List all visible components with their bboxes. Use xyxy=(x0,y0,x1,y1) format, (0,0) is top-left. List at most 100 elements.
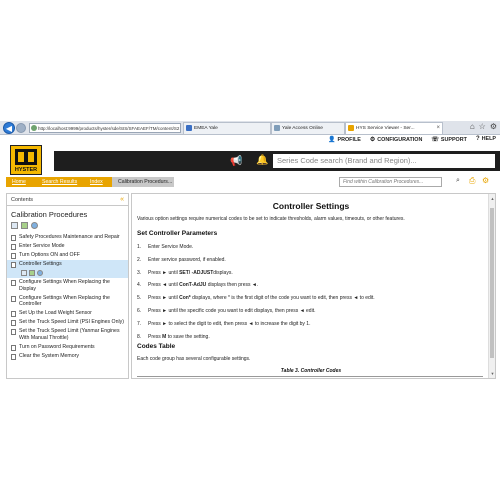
page-icon xyxy=(11,244,16,250)
help-link[interactable]: ? HELP xyxy=(476,136,496,143)
logo-text: HYSTER xyxy=(14,167,38,173)
binoculars-icon[interactable]: ⌕ xyxy=(456,177,460,185)
step-text: Press ► to select the digit to edit, the… xyxy=(148,321,310,327)
sidebar-item[interactable]: Set the Truck Speed Limit (Yanmar Engine… xyxy=(7,327,128,343)
hyster-logo[interactable]: HYSTER xyxy=(10,145,42,175)
page-icon xyxy=(11,320,16,326)
sidebar-item[interactable]: Clear the System Memory xyxy=(7,352,128,361)
sidebar-item-label: Turn on Password Requirements xyxy=(19,343,95,350)
step-number: 5. xyxy=(137,295,142,302)
collapse-icon[interactable]: « xyxy=(120,194,124,206)
step-bold: ConT-AdJU xyxy=(179,282,207,289)
page-title: Controller Settings xyxy=(272,201,350,211)
support-label: SUPPORT xyxy=(440,137,467,143)
profile-link[interactable]: 👤 PROFILE xyxy=(328,136,361,143)
browser-tab-2[interactable]: Yale Access Online xyxy=(271,122,345,134)
page-icon xyxy=(11,235,16,241)
step-item: 4. Press ◄ until ConT-AdJU displays then … xyxy=(137,282,487,295)
step-number: 8. xyxy=(137,333,142,340)
expand-icon[interactable] xyxy=(21,270,27,276)
back-button[interactable]: ◀ xyxy=(3,122,15,134)
scroll-up-icon[interactable]: ▲ xyxy=(489,196,495,201)
print-icon[interactable]: ⎙ xyxy=(469,176,475,186)
browser-tab-3[interactable]: HYS Service Viewer - Ser... × xyxy=(345,122,443,134)
gear-icon[interactable]: ⚙ xyxy=(490,122,497,131)
step-text: Press ◄ until ConT-AdJU displays then pr… xyxy=(148,282,258,288)
sidebar-item-label: Enter Service Mode xyxy=(19,243,65,249)
scroll-down-icon[interactable]: ▼ xyxy=(489,371,495,376)
breadcrumb-current: Calibration Procedurs... xyxy=(112,177,174,187)
section-heading: Set Controller Parameters xyxy=(137,230,218,237)
sidebar-item-label: Configure Settings When Replacing the Co… xyxy=(19,294,110,308)
sidebar-item-label: Configure Settings When Replacing the Di… xyxy=(19,279,110,292)
contents-sidebar: Contents « Calibration Procedures Safety… xyxy=(6,193,129,379)
step-text-part: Press ◄ until xyxy=(148,282,180,289)
content-scrollbar[interactable]: ▲ ▼ xyxy=(488,194,495,378)
expand-all-icon[interactable] xyxy=(11,222,18,229)
configuration-icon: ⚙ xyxy=(369,137,376,143)
sidebar-item[interactable]: Turn Options ON and OFF xyxy=(7,251,128,260)
close-tab-icon[interactable]: × xyxy=(436,123,440,134)
bell-icon[interactable]: 🔔 xyxy=(256,155,268,166)
document-icon[interactable] xyxy=(29,270,35,276)
sidebar-item[interactable]: Configure Settings When Replacing the Co… xyxy=(7,294,128,310)
page-icon xyxy=(11,329,16,335)
sidebar-tools xyxy=(7,219,128,229)
breadcrumb-index[interactable]: Index xyxy=(84,177,112,187)
codes-description: Each code group has several configurable… xyxy=(137,356,251,362)
sidebar-item[interactable]: Configure Settings When Replacing the Di… xyxy=(7,278,128,294)
forward-button[interactable] xyxy=(16,123,26,133)
sidebar-item-label: Clear the System Memory xyxy=(19,352,79,359)
sidebar-item[interactable]: Set Up the Load Weight Sensor xyxy=(7,309,128,318)
browser-tab-1[interactable]: EMEA Yale xyxy=(183,122,271,134)
step-text-part: Press ► to select the digit to edit, the… xyxy=(148,320,311,327)
sidebar-item[interactable]: Set the Truck Speed Limit (PSI Engines O… xyxy=(7,318,128,327)
link-icon[interactable] xyxy=(31,222,38,229)
find-within-input[interactable]: Find within Calibration Procedures... xyxy=(339,177,442,187)
step-bold: SET/ -ADJUST xyxy=(179,269,214,276)
sidebar-item[interactable]: Safety Procedures Maintenance and Repair xyxy=(7,233,128,242)
megaphone-icon[interactable]: 📢 xyxy=(230,156,242,167)
sidebar-header-label: Contents xyxy=(11,197,34,203)
help-icon: ? xyxy=(475,136,480,142)
sidebar-item-label: Turn Options ON and OFF xyxy=(19,252,80,258)
breadcrumb-home[interactable]: Home xyxy=(6,177,36,187)
page-icon xyxy=(11,280,16,286)
breadcrumb-label: Search Results xyxy=(42,179,78,185)
star-icon[interactable]: ☆ xyxy=(479,122,486,131)
tab-label: EMEA Yale xyxy=(194,126,218,131)
tab-favicon-icon xyxy=(348,125,354,131)
sidebar-item[interactable]: Turn on Password Requirements xyxy=(7,343,128,352)
step-text-part: Press ► until xyxy=(148,295,180,302)
sidebar-item-selected[interactable]: Controller Settings xyxy=(7,260,128,269)
sidebar-item-label: Set Up the Load Weight Sensor xyxy=(19,310,92,316)
address-bar[interactable]: http://localhost:9999/products/hyster/sd… xyxy=(29,123,181,133)
scroll-thumb[interactable] xyxy=(490,208,494,358)
settings-icon[interactable]: ⚙ xyxy=(482,176,489,185)
tab-favicon-icon xyxy=(186,125,192,131)
step-text: Press M to save the setting. xyxy=(148,334,210,340)
support-link[interactable]: ☏ SUPPORT xyxy=(431,136,467,143)
step-number: 3. xyxy=(137,269,142,276)
page-icon xyxy=(11,262,16,268)
sidebar-item[interactable]: Enter Service Mode xyxy=(7,242,128,251)
link-icon[interactable] xyxy=(37,270,43,276)
series-code-search-input[interactable]: Series Code search (Brand and Region)... xyxy=(273,154,495,168)
table-caption: Table 3. Controller Codes xyxy=(280,368,342,374)
home-icon[interactable]: ⌂ xyxy=(470,122,475,131)
step-text-part: Press xyxy=(148,333,163,340)
step-item: 1. Enter Service Mode. xyxy=(137,244,487,257)
configuration-link[interactable]: ⚙ CONFIGURATION xyxy=(370,136,423,143)
page-icon xyxy=(11,353,16,360)
document-content: Controller Settings Various option setti… xyxy=(131,193,496,379)
tab-favicon-icon xyxy=(274,125,280,131)
step-text: Press ► until Con* displays, where * is … xyxy=(148,295,375,301)
codes-table-heading: Codes Table xyxy=(137,343,176,350)
document-icon[interactable] xyxy=(21,222,28,229)
breadcrumb-search-results[interactable]: Search Results xyxy=(36,177,84,187)
step-number: 2. xyxy=(137,256,142,263)
step-text-part: displays, where * is the first digit of … xyxy=(190,295,375,302)
page-icon xyxy=(11,295,16,302)
breadcrumb: Home Search Results Index Calibration Pr… xyxy=(0,176,500,188)
configuration-label: CONFIGURATION xyxy=(377,137,423,143)
